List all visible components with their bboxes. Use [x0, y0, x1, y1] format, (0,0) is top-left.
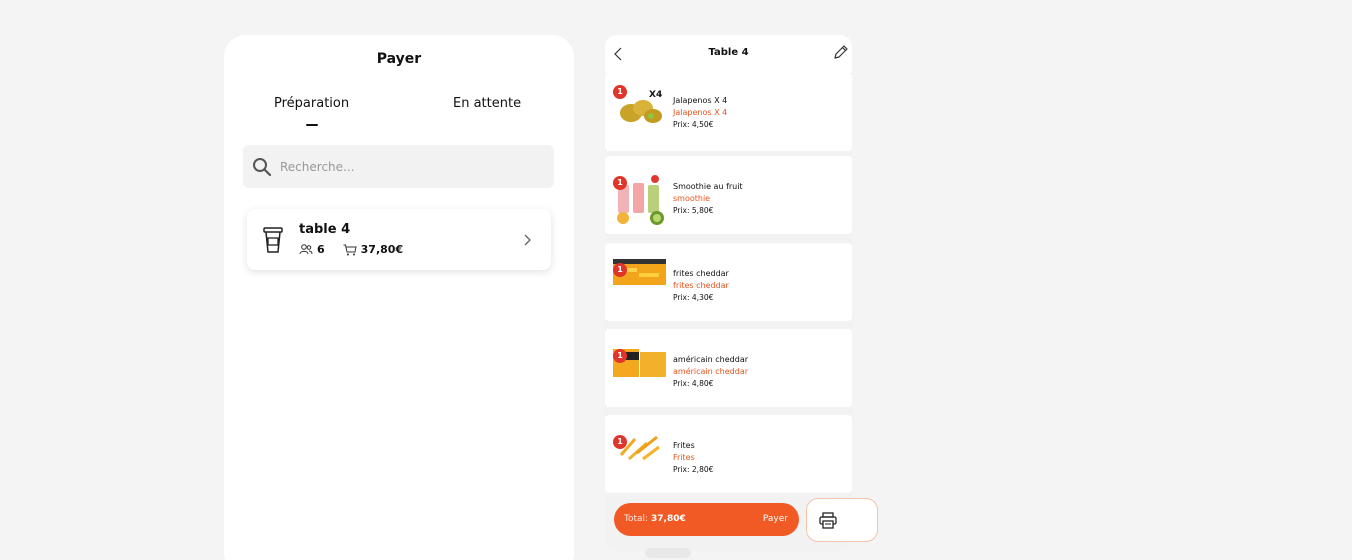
order-meta: 6 37,80€: [299, 243, 403, 256]
item-name: américain cheddar: [673, 355, 749, 364]
order-item[interactable]: 1 américain cheddar américain cheddar Pr…: [605, 329, 852, 407]
pay-button[interactable]: Total: 37,80€ Payer: [614, 503, 799, 536]
order-item[interactable]: X4 1 Jalapenos X 4 Jalapenos X 4 Prix: 4…: [605, 73, 852, 151]
svg-text:X4: X4: [649, 90, 662, 100]
item-price: Prix: 2,80€: [673, 465, 714, 474]
item-subtitle: américain cheddar: [673, 367, 749, 376]
chevron-right-icon[interactable]: [522, 233, 532, 247]
active-tab-indicator: [306, 124, 318, 126]
search-box[interactable]: [243, 145, 554, 188]
total-label: Total:: [624, 514, 649, 524]
order-item[interactable]: 1 frites cheddar frites cheddar Prix: 4,…: [605, 243, 852, 321]
tab-en-attente[interactable]: En attente: [453, 96, 521, 111]
item-price: Prix: 4,50€: [673, 120, 714, 129]
detail-header: Table 4: [605, 35, 852, 73]
payment-panel: Payer Préparation En attente table 4 6: [224, 35, 574, 560]
item-name: Jalapenos X 4: [673, 96, 728, 105]
quantity-badge: 1: [613, 176, 627, 190]
pencil-icon[interactable]: [832, 44, 849, 61]
item-price: Prix: 4,80€: [673, 379, 714, 388]
guest-count: 6: [317, 243, 325, 256]
people-icon: [299, 244, 313, 255]
item-subtitle: smoothie: [673, 194, 711, 203]
quantity-badge: 1: [613, 435, 627, 449]
cup-icon: [263, 227, 283, 253]
item-price: Prix: 5,80€: [673, 206, 714, 215]
search-icon: [253, 157, 272, 176]
item-subtitle: Jalapenos X 4: [673, 108, 728, 117]
item-name: Smoothie au fruit: [673, 182, 743, 191]
pay-label: Payer: [762, 514, 788, 524]
quantity-badge: 1: [613, 349, 627, 363]
order-detail-panel: Table 4 X4 1 Jalapenos X 4 Jalapenos X 4…: [605, 35, 852, 551]
panel-title: Payer: [376, 51, 422, 67]
order-total: 37,80€: [360, 243, 404, 256]
total-value: 37,80€: [651, 514, 686, 524]
order-card-table[interactable]: table 4 6 37,80€: [247, 209, 551, 270]
order-item[interactable]: 1 Frites Frites Prix: 2,80€: [605, 415, 852, 493]
quantity-badge: 1: [613, 263, 627, 277]
order-item[interactable]: 1 Smoothie au fruit smoothie Prix: 5,80€: [605, 156, 852, 234]
search-input[interactable]: [280, 159, 530, 174]
quantity-badge: 1: [613, 85, 627, 99]
tab-preparation[interactable]: Préparation: [274, 96, 349, 111]
detail-title: Table 4: [708, 47, 749, 58]
printer-icon: [819, 512, 837, 529]
order-name: table 4: [299, 222, 351, 237]
print-button[interactable]: [806, 498, 878, 542]
item-subtitle: Frites: [673, 453, 695, 462]
item-name: Frites: [673, 441, 695, 450]
bottom-handle: [645, 548, 691, 558]
item-name: frites cheddar: [673, 269, 729, 278]
item-subtitle: frites cheddar: [673, 281, 729, 290]
cart-icon: [343, 244, 357, 255]
item-price: Prix: 4,30€: [673, 293, 714, 302]
